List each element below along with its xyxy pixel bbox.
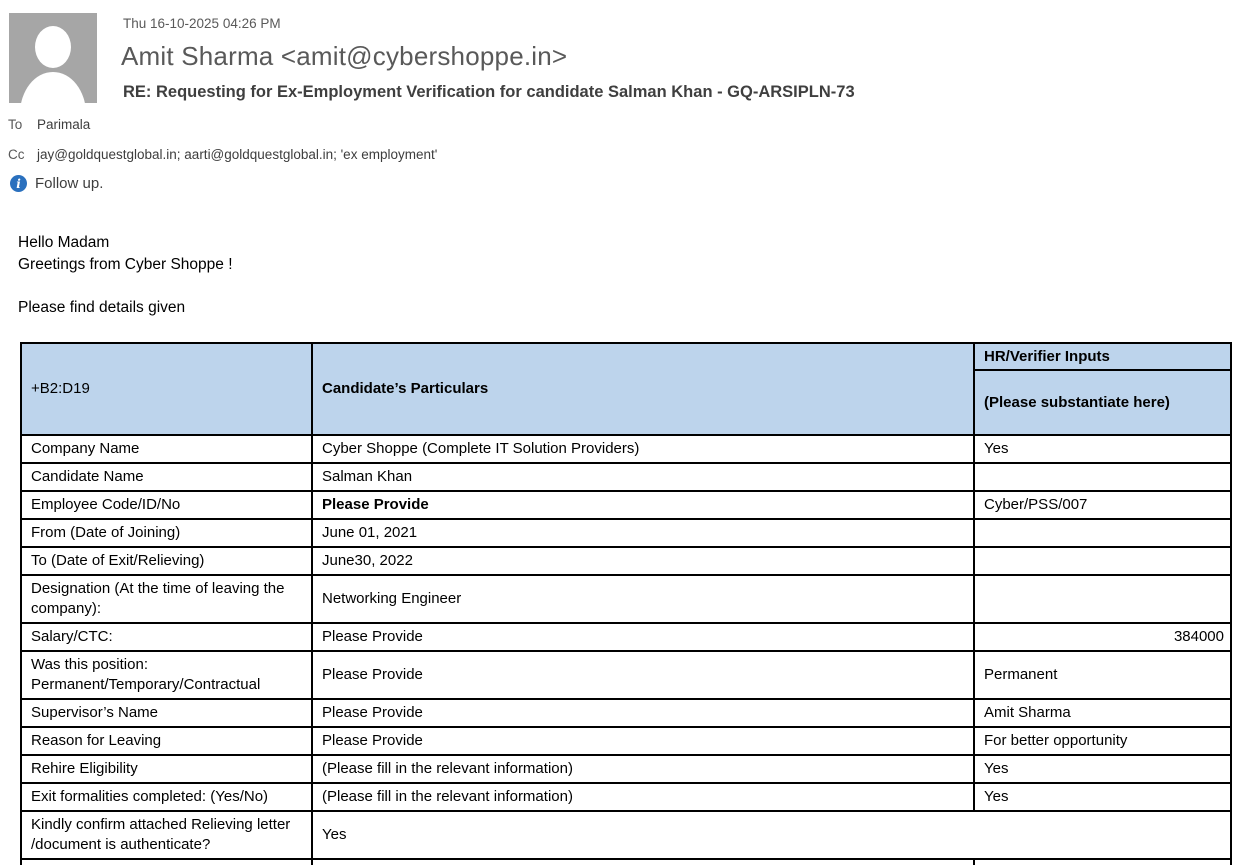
- verification-table: +B2:D19 Candidate’s Particulars HR/Verif…: [20, 342, 1232, 865]
- table-row: To (Date of Exit/Relieving)June30, 2022: [21, 547, 1231, 575]
- row-hr-input-cell: Permanent: [974, 651, 1231, 699]
- row-hr-input-cell: [974, 519, 1231, 547]
- row-label-cell: Rehire Eligibility: [21, 755, 312, 783]
- message-timestamp: Thu 16-10-2025 04:26 PM: [123, 16, 281, 31]
- message-subject: RE: Requesting for Ex-Employment Verific…: [123, 83, 855, 102]
- verification-table-wrap: +B2:D19 Candidate’s Particulars HR/Verif…: [20, 342, 1231, 865]
- table-row: Designation (At the time of leaving the …: [21, 575, 1231, 623]
- row-label-cell: [21, 859, 312, 865]
- to-row: ToParimala: [8, 117, 90, 132]
- row-particulars-cell: June 01, 2021: [312, 519, 974, 547]
- to-label: To: [8, 117, 37, 132]
- row-label-cell: To (Date of Exit/Relieving): [21, 547, 312, 575]
- row-label-cell: Supervisor’s Name: [21, 699, 312, 727]
- row-particulars-cell: June30, 2022: [312, 547, 974, 575]
- table-row: Exit formalities completed: (Yes/No)(Ple…: [21, 783, 1231, 811]
- email-reading-pane: Thu 16-10-2025 04:26 PM Amit Sharma <ami…: [0, 0, 1245, 865]
- row-label-cell: Salary/CTC:: [21, 623, 312, 651]
- row-label-cell: Company Name: [21, 435, 312, 463]
- followup-banner: i Follow up.: [10, 175, 103, 192]
- body-line: Hello Madam: [18, 232, 233, 254]
- row-hr-input-cell: 384000: [974, 623, 1231, 651]
- row-hr-input-cell: [974, 463, 1231, 491]
- header-cell-please-substantiate: (Please substantiate here): [974, 370, 1231, 435]
- to-recipient[interactable]: Parimala: [37, 117, 90, 132]
- cc-row: Ccjay@goldquestglobal.in; aarti@goldques…: [8, 147, 437, 162]
- table-row: From (Date of Joining)June 01, 2021: [21, 519, 1231, 547]
- sender-name-email[interactable]: Amit Sharma <amit@cybershoppe.in>: [121, 41, 567, 72]
- header-cell-hr-verifier-inputs: HR/Verifier Inputs: [974, 343, 1231, 370]
- sender-avatar[interactable]: [9, 13, 97, 103]
- table-row: Kindly confirm attached Relieving letter…: [21, 811, 1231, 859]
- row-particulars-cell: Please Provide: [312, 699, 974, 727]
- body-line: Please find details given: [18, 297, 233, 319]
- row-particulars-cell: Please Provide: [312, 651, 974, 699]
- body-line: Greetings from Cyber Shoppe !: [18, 254, 233, 276]
- row-particulars-cell: Networking Engineer: [312, 575, 974, 623]
- followup-text: Follow up.: [35, 175, 103, 192]
- table-row: Supervisor’s NamePlease ProvideAmit Shar…: [21, 699, 1231, 727]
- cc-recipients[interactable]: jay@goldquestglobal.in; aarti@goldquestg…: [37, 147, 437, 162]
- row-particulars-cell: Please Provide: [312, 727, 974, 755]
- table-row: Company NameCyber Shoppe (Complete IT So…: [21, 435, 1231, 463]
- row-particulars-cell: Salman Khan: [312, 463, 974, 491]
- row-label-cell: Candidate Name: [21, 463, 312, 491]
- row-hr-input-cell: [974, 547, 1231, 575]
- body-line: [18, 276, 233, 297]
- row-hr-input-cell: Cyber/PSS/007: [974, 491, 1231, 519]
- row-hr-input-cell: [974, 575, 1231, 623]
- table-row: Employee Code/ID/NoPlease ProvideCyber/P…: [21, 491, 1231, 519]
- row-label-cell: Designation (At the time of leaving the …: [21, 575, 312, 623]
- row-label-cell: From (Date of Joining): [21, 519, 312, 547]
- table-row: Reason for LeavingPlease ProvideFor bett…: [21, 727, 1231, 755]
- row-hr-input-cell: Yes: [974, 435, 1231, 463]
- avatar-person-icon: [35, 26, 71, 68]
- header-cell-candidates-particulars: Candidate’s Particulars: [312, 343, 974, 435]
- verification-table-body: +B2:D19 Candidate’s Particulars HR/Verif…: [21, 343, 1231, 865]
- avatar-person-shoulders: [20, 72, 86, 103]
- row-hr-input-cell: Yes: [974, 783, 1231, 811]
- row-hr-input-cell: Amit Sharma: [974, 699, 1231, 727]
- header-cell-b2d19: +B2:D19: [21, 343, 312, 435]
- row-hr-input-cell: [974, 859, 1231, 865]
- row-particulars-cell: Cyber Shoppe (Complete IT Solution Provi…: [312, 435, 974, 463]
- table-row: Salary/CTC:Please Provide384000: [21, 623, 1231, 651]
- row-particulars-cell: (Please fill in the relevant information…: [312, 755, 974, 783]
- row-label-cell: Reason for Leaving: [21, 727, 312, 755]
- table-row: Was this position: Permanent/Temporary/C…: [21, 651, 1231, 699]
- row-label-cell: Was this position: Permanent/Temporary/C…: [21, 651, 312, 699]
- row-label-cell: Employee Code/ID/No: [21, 491, 312, 519]
- row-particulars-cell: (Please fill in the relevant information…: [312, 783, 974, 811]
- message-body: Hello MadamGreetings from Cyber Shoppe !…: [18, 232, 233, 319]
- table-row: [21, 859, 1231, 865]
- table-header-row-1: +B2:D19 Candidate’s Particulars HR/Verif…: [21, 343, 1231, 370]
- row-label-cell: Kindly confirm attached Relieving letter…: [21, 811, 312, 859]
- table-row: Rehire Eligibility(Please fill in the re…: [21, 755, 1231, 783]
- info-icon: i: [10, 175, 27, 192]
- table-row: Candidate NameSalman Khan: [21, 463, 1231, 491]
- row-particulars-cell: Please Provide: [312, 623, 974, 651]
- row-label-cell: Exit formalities completed: (Yes/No): [21, 783, 312, 811]
- row-particulars-cell: Please Provide: [312, 491, 974, 519]
- row-particulars-cell: [312, 859, 974, 865]
- row-particulars-cell: Yes: [312, 811, 1231, 859]
- cc-label: Cc: [8, 147, 37, 162]
- row-hr-input-cell: Yes: [974, 755, 1231, 783]
- row-hr-input-cell: For better opportunity: [974, 727, 1231, 755]
